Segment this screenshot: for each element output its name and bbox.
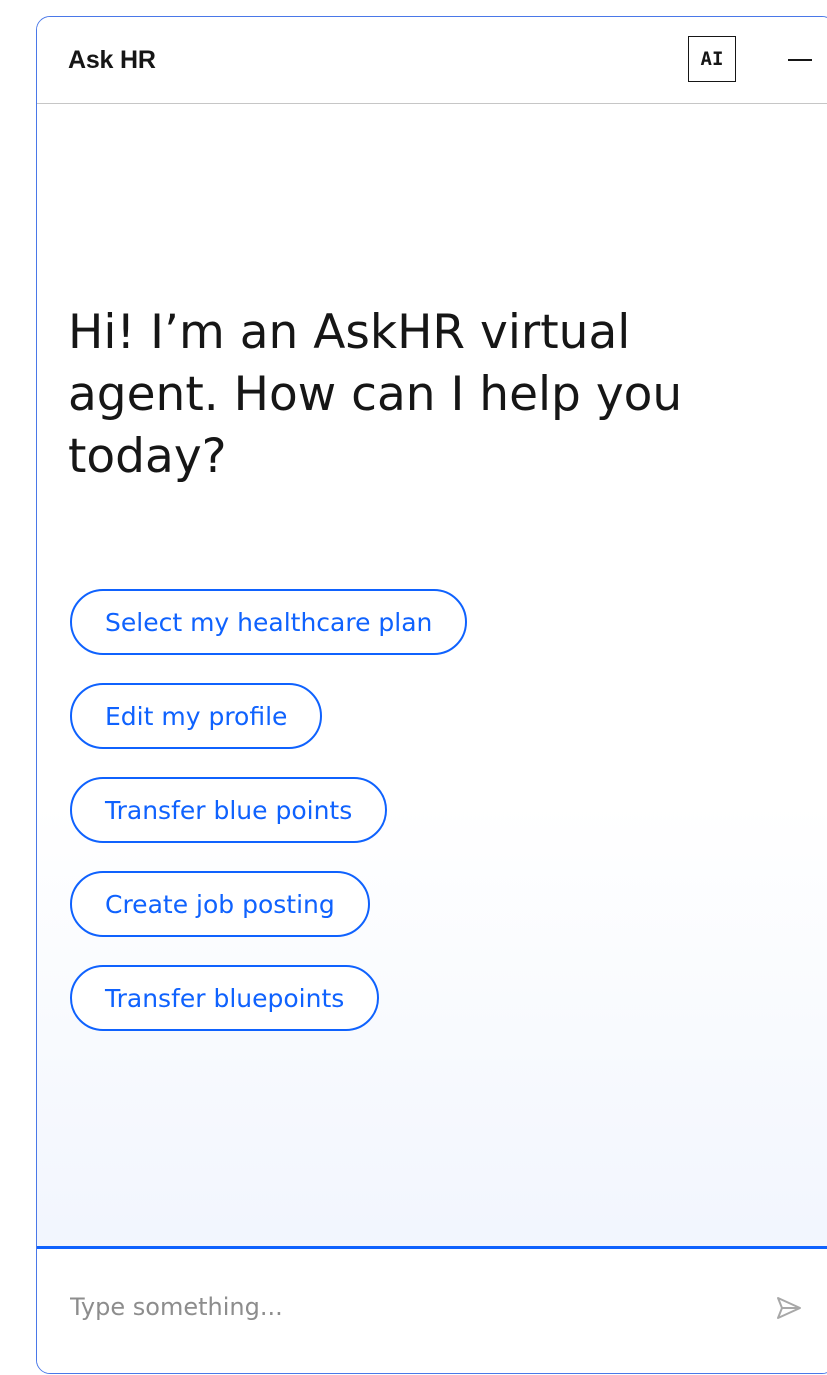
chat-title: Ask HR [68,46,156,74]
send-button[interactable] [774,1293,804,1323]
minimize-button[interactable] [785,43,815,77]
suggestion-chip-transfer-bluepoints[interactable]: Transfer bluepoints [70,965,380,1031]
suggestion-chip-edit-profile[interactable]: Edit my profile [70,683,323,749]
ask-hr-chat-window: Ask HR AI Hi! I’m an AskHR virtual agent… [36,16,827,1374]
message-composer [37,1246,827,1373]
suggestion-chip-transfer-blue-points[interactable]: Transfer blue points [70,777,388,843]
suggestion-chip-select-healthcare-plan[interactable]: Select my healthcare plan [70,589,468,655]
greeting-message: Hi! I’m an AskHR virtual agent. How can … [68,305,683,484]
message-input[interactable] [70,1285,730,1329]
minimize-icon [788,59,812,61]
send-icon [777,1297,801,1319]
suggestion-chip-create-job-posting[interactable]: Create job posting [70,871,370,937]
ai-badge[interactable]: AI [688,36,736,82]
chat-header: Ask HR AI [37,17,827,104]
